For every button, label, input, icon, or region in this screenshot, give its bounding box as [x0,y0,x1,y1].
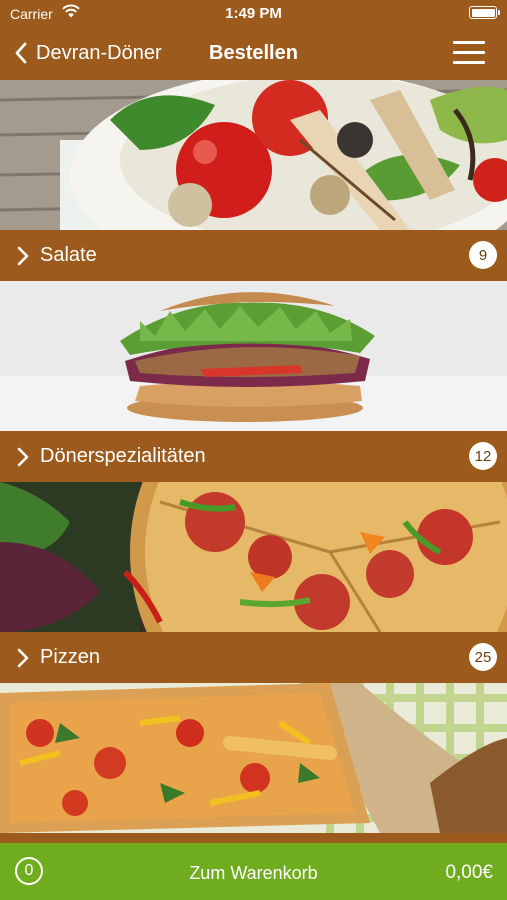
hamburger-menu-icon[interactable] [453,41,485,64]
back-button-label: Devran-Döner [36,41,162,64]
category-label: Salate [40,244,97,266]
category-bar-doenerspezialitaeten[interactable]: Dönerspezialitäten 12 [0,431,507,482]
category-count-badge: 25 [469,643,497,671]
category-pizzen[interactable]: Pizzen 25 [0,482,507,683]
salad-photo [0,80,507,230]
chevron-right-icon [17,246,29,265]
category-count-badge: 12 [469,442,497,470]
cart-label: Zum Warenkorb [189,863,318,883]
clock: 1:49 PM [225,5,282,22]
status-bar: Carrier 1:49 PM [0,0,507,26]
category-bar-pizzen[interactable]: Pizzen 25 [0,632,507,683]
navigation-bar: Devran-Döner Bestellen [0,26,507,80]
top-bar: Carrier 1:49 PM Devran-Döner Bestellen [0,0,507,80]
doener-photo [0,281,507,431]
category-bar-salate[interactable]: Salate 9 [0,230,507,281]
chevron-left-icon [15,42,27,64]
cart-button[interactable]: 0 Zum Warenkorb 0,00€ [0,843,507,900]
category-count-badge: 9 [469,241,497,269]
category-label: Dönerspezialitäten [40,445,206,467]
flatbread-photo [0,683,507,833]
back-button[interactable]: Devran-Döner [14,38,162,68]
battery-icon [469,6,500,19]
category-doenerspezialitaeten[interactable]: Dönerspezialitäten 12 [0,281,507,482]
category-label: Pizzen [40,646,101,668]
cart-total: 0,00€ [445,862,493,883]
pizza-photo [0,482,507,632]
chevron-right-icon [17,648,29,667]
chevron-right-icon [17,447,29,466]
category-salate[interactable]: Salate 9 [0,80,507,281]
